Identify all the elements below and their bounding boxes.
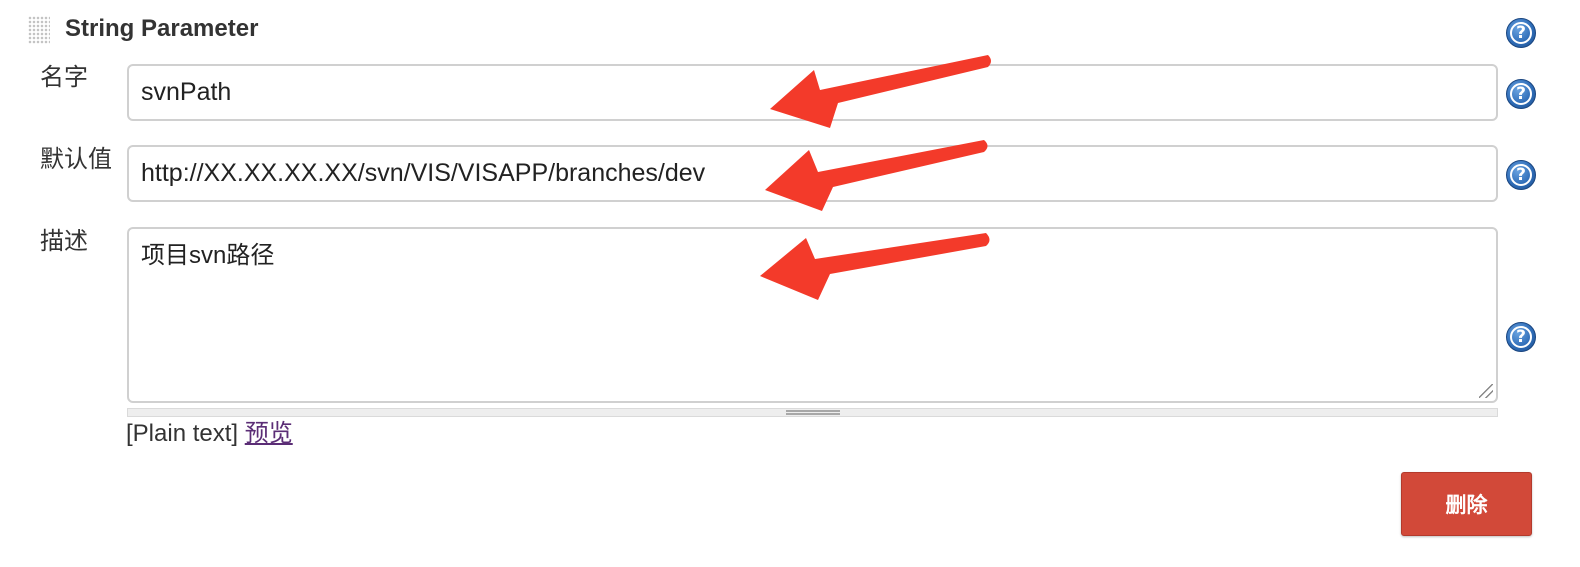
section-title: String Parameter [65,15,259,42]
delete-button[interactable]: 删除 [1401,472,1532,536]
description-textarea[interactable]: 项目svn路径 [127,227,1498,403]
resize-corner-icon[interactable] [1479,384,1493,398]
format-info: [Plain text] 预览 [126,419,293,449]
plain-text-label: [Plain text] [126,420,239,447]
string-parameter-panel: String Parameter ? 名字 ? 默认值 ? 描述 项目svn路径… [0,0,1580,567]
default-value-label: 默认值 [40,146,112,173]
name-help-icon[interactable]: ? [1506,79,1536,109]
name-label: 名字 [40,64,88,91]
name-input[interactable] [127,64,1498,121]
preview-link[interactable]: 预览 [245,420,293,447]
default-value-input[interactable] [127,145,1498,202]
grip-lines-icon [786,410,840,415]
help-icon[interactable]: ? [1506,18,1536,48]
textarea-resize-grip[interactable] [127,408,1498,417]
default-value-help-icon[interactable]: ? [1506,160,1536,190]
drag-handle-icon[interactable] [28,16,50,44]
description-label: 描述 [40,228,88,255]
description-help-icon[interactable]: ? [1506,322,1536,352]
